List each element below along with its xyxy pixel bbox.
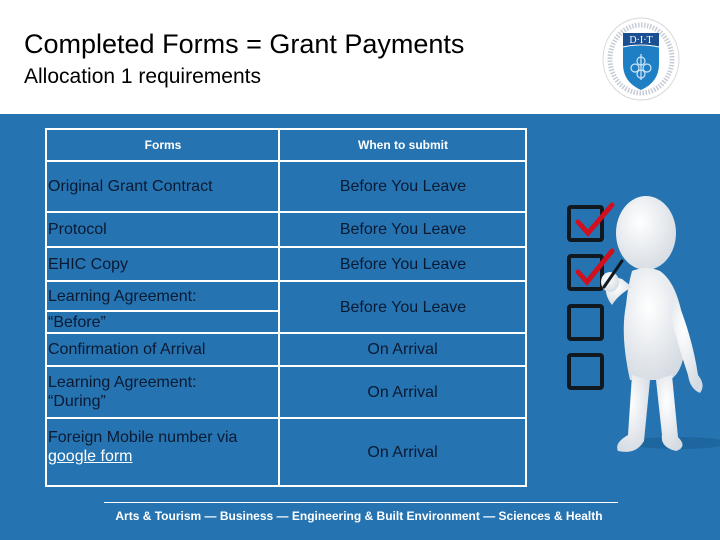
submit-when: On Arrival xyxy=(278,365,527,419)
form-name: Protocol xyxy=(45,211,280,248)
form-name-line1: Foreign Mobile number via xyxy=(48,429,238,446)
form-name-line1: Learning Agreement: xyxy=(45,280,280,312)
slide-subtitle: Allocation 1 requirements xyxy=(24,65,261,88)
table-row: Learning Agreement: Before You Leave xyxy=(45,280,527,334)
footer-divider xyxy=(104,502,618,503)
table-row: Foreign Mobile number via google form On… xyxy=(45,417,527,487)
table-row: EHIC Copy Before You Leave xyxy=(45,246,527,282)
form-name-line1: Learning Agreement: xyxy=(48,374,197,391)
column-header-when: When to submit xyxy=(278,128,527,162)
table-row: Confirmation of Arrival On Arrival xyxy=(45,332,527,367)
table-row: Protocol Before You Leave xyxy=(45,211,527,248)
column-header-forms: Forms xyxy=(45,128,280,162)
submit-when: Before You Leave xyxy=(278,211,527,248)
submit-when: Before You Leave xyxy=(278,160,527,213)
figure-head xyxy=(616,196,676,270)
checkbox-4-icon xyxy=(567,353,604,390)
dit-logo-icon: D·I·T xyxy=(602,17,680,101)
submit-when: Before You Leave xyxy=(278,246,527,282)
form-name: EHIC Copy xyxy=(45,246,280,282)
google-form-link[interactable]: google form xyxy=(48,448,133,465)
submit-when: On Arrival xyxy=(278,332,527,367)
slide-title: Completed Forms = Grant Payments xyxy=(24,29,465,59)
form-name: Foreign Mobile number via google form xyxy=(45,417,280,487)
checkmark-1-icon xyxy=(575,202,615,237)
logo-text: D·I·T xyxy=(629,35,652,46)
forms-table: Forms When to submit Original Grant Cont… xyxy=(45,128,527,487)
table-header-row: Forms When to submit xyxy=(45,128,527,162)
table-row: Original Grant Contract Before You Leave xyxy=(45,160,527,213)
form-name: Learning Agreement: “During” xyxy=(45,365,280,419)
checkbox-3-icon xyxy=(567,304,604,341)
form-name: Original Grant Contract xyxy=(45,160,280,213)
submit-when: Before You Leave xyxy=(278,280,527,334)
stick-figure-checklist-icon xyxy=(567,196,720,452)
submit-when: On Arrival xyxy=(278,417,527,487)
form-name-line2: “During” xyxy=(48,393,106,410)
form-name: Confirmation of Arrival xyxy=(45,332,280,367)
footer-faculties: Arts & Tourism — Business — Engineering … xyxy=(115,509,603,523)
form-name-line2: “Before” xyxy=(45,310,280,334)
table-row: Learning Agreement: “During” On Arrival xyxy=(45,365,527,419)
